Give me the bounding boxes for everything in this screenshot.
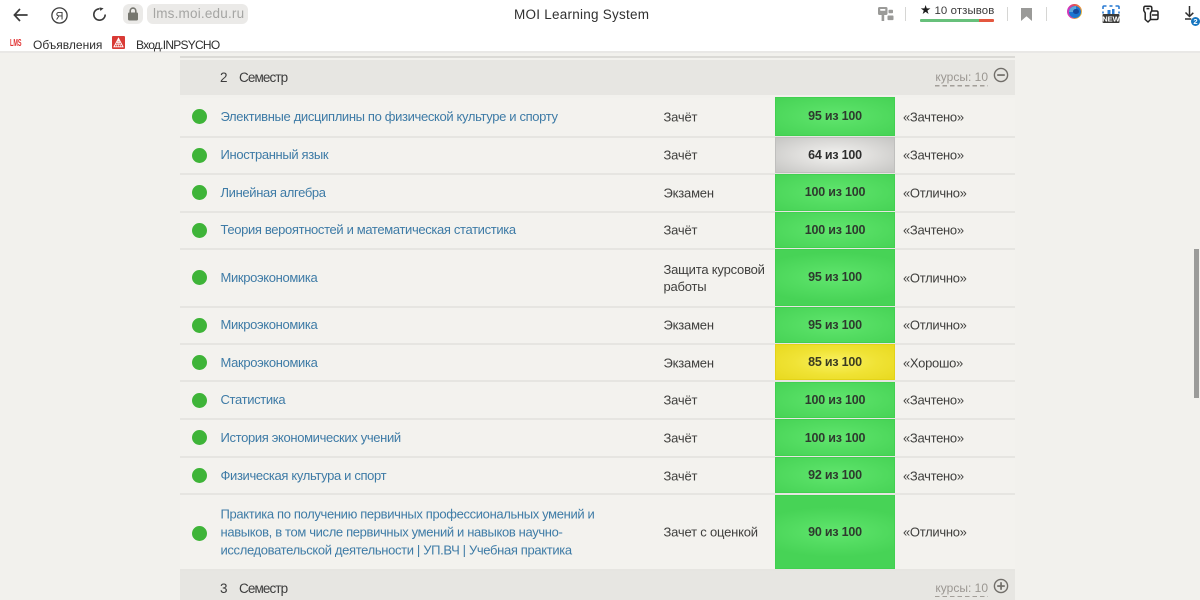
svg-text:NEW: NEW (1102, 14, 1120, 23)
svg-text:Я: Я (56, 10, 64, 22)
